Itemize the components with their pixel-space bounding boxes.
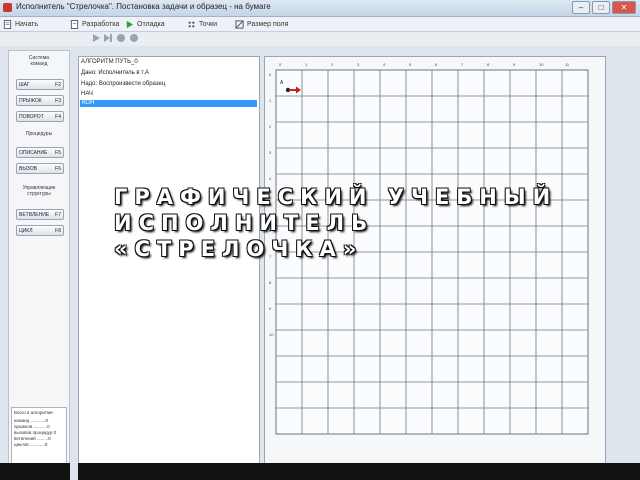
stats-row: циклов ............0 (14, 442, 48, 447)
column-label: 3 (357, 62, 360, 67)
step-command-button[interactable]: ШАГ F2 (16, 79, 64, 90)
column-label: 8 (487, 62, 490, 67)
selected-line-text: КОН (82, 100, 95, 106)
stop-icon[interactable] (130, 34, 138, 42)
command-hotkey: F8 (55, 227, 61, 234)
play-icon[interactable] (92, 34, 100, 42)
play-icon (126, 20, 134, 28)
command-hotkey: F4 (55, 113, 61, 120)
overlay-line-1: ГРАФИЧЕСКИЙ УЧЕБНЫЙ (114, 185, 558, 209)
row-label: 2 (269, 124, 272, 129)
command-label: ШАГ (19, 81, 30, 88)
column-label: 7 (461, 62, 464, 67)
command-hotkey: F3 (55, 97, 61, 104)
overlay-title: ГРАФИЧЕСКИЙ УЧЕБНЫЙ ИСПОЛНИТЕЛЬ «СТРЕЛОЧКА… (114, 184, 557, 262)
window-title: Исполнитель "Стрелочка". Постановка зада… (16, 2, 271, 11)
column-label: 6 (435, 62, 438, 67)
algorithm-line[interactable]: АЛГОРИТМ ПУТЬ_0 (81, 59, 138, 65)
command-hotkey: F2 (55, 81, 61, 88)
document-edit-icon (70, 19, 79, 29)
row-label: 9 (269, 306, 272, 311)
points-button[interactable]: Точки (187, 18, 217, 30)
control-structures-title: Управляющие структуры (22, 185, 56, 197)
column-label: 10 (539, 62, 544, 67)
row-label: 1 (269, 98, 272, 103)
debug-button[interactable]: Отладка (125, 18, 165, 30)
develop-label: Разработка (82, 20, 120, 28)
command-hotkey: F5 (55, 149, 61, 156)
algorithm-line[interactable]: Дано: Исполнитель в т.А (81, 70, 149, 76)
algorithm-line[interactable]: НАЧ (81, 91, 93, 97)
row-label: 8 (269, 280, 272, 285)
run-controls-bar (0, 32, 640, 46)
row-label: 0 (269, 72, 272, 77)
bottom-strip (0, 463, 640, 480)
selected-algorithm-line[interactable]: КОН (80, 100, 257, 107)
field-size-button[interactable]: Размер поля (235, 18, 288, 30)
command-label: ЦИКЛ (19, 227, 33, 234)
column-label: 0 (279, 62, 282, 67)
minimize-button[interactable]: – (572, 1, 590, 14)
command-label: ОПИСАНИЕ (19, 149, 48, 156)
grid-points-icon (188, 21, 195, 27)
procedure-call-button[interactable]: ВЫЗОВ F6 (16, 163, 64, 174)
new-document-icon (3, 19, 12, 29)
main-toolbar: Начать Разработка Отладка Точки Размер п… (0, 17, 640, 32)
bottom-strip-gap (70, 463, 78, 480)
resize-icon (235, 19, 244, 29)
loop-button[interactable]: ЦИКЛ F8 (16, 225, 64, 236)
procedure-description-button[interactable]: ОПИСАНИЕ F5 (16, 147, 64, 158)
start-button[interactable]: Начать (3, 18, 38, 30)
command-label: ПОВОРОТ (19, 113, 44, 120)
command-hotkey: F7 (55, 211, 61, 218)
pause-icon[interactable] (117, 34, 125, 42)
develop-button[interactable]: Разработка (70, 18, 119, 30)
algorithm-stats: Всего в алгоритме: команд ............0 … (11, 407, 67, 465)
column-label: 2 (331, 62, 334, 67)
column-label: 1 (305, 62, 308, 67)
algorithm-line[interactable]: Надо: Воспроизвести образец (81, 81, 165, 87)
start-label: Начать (15, 20, 39, 28)
command-label: ПРЫЖОК (19, 97, 42, 104)
field-size-label: Размер поля (247, 20, 289, 28)
command-panel: Система команд ШАГ F2 ПРЫЖОК F3 ПОВОРОТ … (8, 50, 70, 470)
column-label: 9 (513, 62, 516, 67)
field-grid[interactable]: 0 1 2 3 4 5 6 7 8 9 10 11012345678910А (265, 57, 605, 467)
points-label: Точки (199, 20, 218, 28)
app-icon (3, 3, 12, 12)
overlay-line-3: «СТРЕЛОЧКА» (114, 237, 364, 261)
maximize-button[interactable]: □ (592, 1, 610, 14)
algorithm-editor[interactable]: АЛГОРИТМ ПУТЬ_0 Дано: Исполнитель в т.А … (78, 56, 260, 468)
drawing-field[interactable]: 0 1 2 3 4 5 6 7 8 9 10 11 0 1 2 3 4 5 6 7 8 9 10 А (264, 56, 606, 468)
branch-button[interactable]: ВЕТВЛЕНИЕ F7 (16, 209, 64, 220)
row-label: 4 (269, 176, 272, 181)
column-label: 5 (409, 62, 412, 67)
window-controls: – □ ✕ (572, 1, 636, 14)
turn-command-button[interactable]: ПОВОРОТ F4 (16, 111, 64, 122)
system-commands-title: Система команд (28, 55, 50, 67)
overlay-line-2: ИСПОЛНИТЕЛЬ (114, 211, 375, 235)
column-label: 4 (383, 62, 386, 67)
row-label: 10 (269, 332, 274, 337)
jump-command-button[interactable]: ПРЫЖОК F3 (16, 95, 64, 106)
column-label: 11 (565, 62, 570, 67)
command-label: ВЕТВЛЕНИЕ (19, 211, 50, 218)
stats-header: Всего в алгоритме: (14, 410, 54, 415)
debug-label: Отладка (137, 20, 165, 28)
command-hotkey: F6 (55, 165, 61, 172)
command-label: ВЫЗОВ (19, 165, 37, 172)
row-label: 3 (269, 150, 272, 155)
close-button[interactable]: ✕ (612, 1, 636, 14)
procedures-title: Процедуры (25, 131, 53, 137)
title-bar: Исполнитель "Стрелочка". Постановка зада… (0, 0, 640, 17)
step-icon[interactable] (104, 34, 112, 42)
